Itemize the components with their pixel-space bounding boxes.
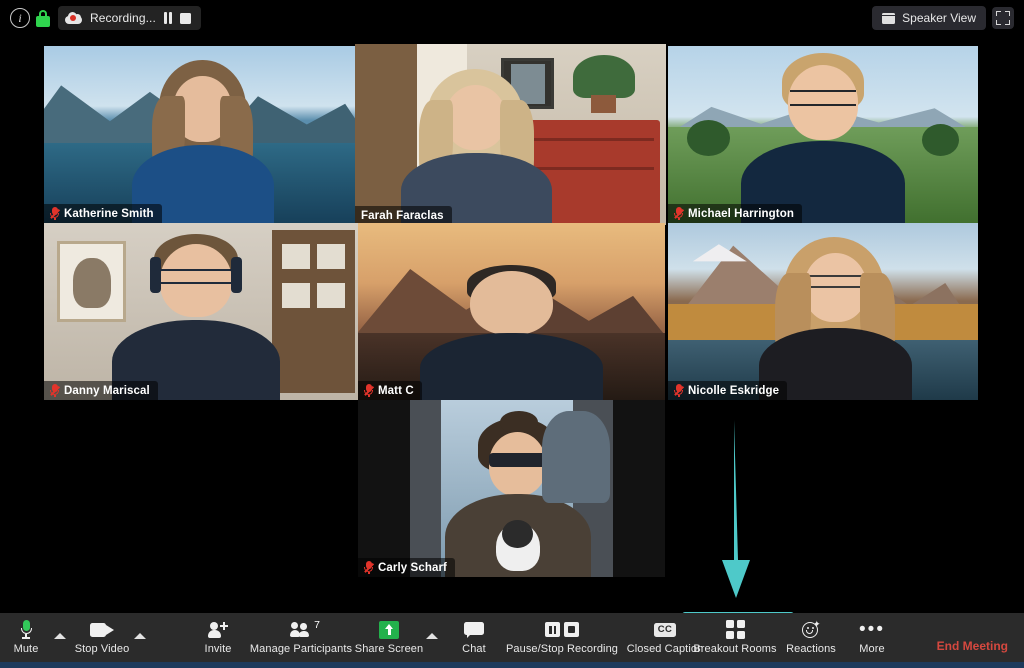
chat-bubble-icon <box>464 622 484 638</box>
toolbar-chevron-up-icon[interactable] <box>48 613 72 662</box>
participant-name: Matt C <box>378 384 414 397</box>
toolbar-pause-stop-recording-button[interactable]: Pause/Stop Recording <box>502 613 622 662</box>
video-tile[interactable]: Michael Harrington <box>668 46 978 223</box>
chevron-up-icon[interactable] <box>54 633 66 639</box>
microphone-icon-wrap <box>20 619 32 640</box>
video-tile[interactable]: Carly Scharf <box>358 400 665 577</box>
participants-icon: 7 <box>290 619 320 637</box>
reactions-icon: ✦ <box>801 620 821 639</box>
video-tile[interactable]: Matt C <box>358 223 665 400</box>
toolbar-breakout-rooms-button[interactable]: Breakout Rooms <box>692 613 778 662</box>
participant-name: Katherine Smith <box>64 207 154 220</box>
toolbar-label: Mute <box>13 643 39 655</box>
invite-person-icon-wrap <box>208 619 228 640</box>
participant-name-bar: Danny Mariscal <box>44 381 158 400</box>
grid-view-icon <box>882 12 896 24</box>
more-dots-icon-wrap: ••• <box>859 619 885 640</box>
toolbar-label: Pause/Stop Recording <box>505 643 619 655</box>
toolbar-label: Reactions <box>786 643 836 655</box>
muted-mic-icon <box>50 207 60 220</box>
toolbar-label: Share Screen <box>354 643 424 655</box>
toolbar-bottom-strip <box>0 662 1024 668</box>
top-bar: i Recording... Speaker View <box>0 0 1024 36</box>
muted-mic-icon <box>674 207 684 220</box>
top-bar-right-group: Speaker View <box>872 6 1014 30</box>
chat-bubble-icon-wrap <box>464 619 484 640</box>
chevron-up-icon[interactable] <box>426 633 438 639</box>
participant-name-bar: Nicolle Eskridge <box>668 381 788 400</box>
participant-name: Michael Harrington <box>688 207 794 220</box>
toolbar-label: More <box>859 643 885 655</box>
participant-name-bar: Katherine Smith <box>44 204 162 223</box>
closed-caption-icon: CC <box>654 622 676 637</box>
top-bar-left-group: i Recording... <box>10 6 202 30</box>
participant-name: Nicolle Eskridge <box>688 384 780 397</box>
pause-stop-record-icon <box>545 622 579 637</box>
toolbar-share-screen-button[interactable]: Share Screen <box>354 613 424 662</box>
video-camera-icon-wrap <box>90 619 114 640</box>
toolbar-label: Manage Participants <box>249 643 353 655</box>
breakout-rooms-icon-wrap <box>725 619 745 640</box>
video-camera-icon <box>90 622 114 637</box>
toolbar-chevron-up-icon[interactable] <box>420 613 444 662</box>
toolbar-label: Invite <box>204 643 232 655</box>
video-tile[interactable]: Farah Faraclas <box>355 44 666 225</box>
toolbar-chevron-up-icon[interactable] <box>128 613 152 662</box>
muted-mic-icon <box>50 384 60 397</box>
stop-icon[interactable] <box>180 12 192 24</box>
invite-person-icon <box>208 621 228 638</box>
toolbar-label: Stop Video <box>74 643 130 655</box>
speaker-view-button[interactable]: Speaker View <box>872 6 986 30</box>
toolbar-more-button[interactable]: ••• More <box>846 613 898 662</box>
recording-cloud-icon <box>65 12 82 24</box>
speaker-view-label: Speaker View <box>902 11 976 25</box>
fullscreen-icon[interactable] <box>992 7 1014 29</box>
meeting-toolbar: Mute Stop Video Invite 7 Manage Participants… <box>0 613 1024 668</box>
participant-name: Farah Faraclas <box>361 209 444 222</box>
toolbar-chat-button[interactable]: Chat <box>452 613 496 662</box>
lock-icon[interactable] <box>36 9 50 27</box>
toolbar-manage-participants-button[interactable]: 7 Manage Participants <box>248 613 354 662</box>
share-screen-icon <box>379 620 399 639</box>
video-tile[interactable]: Katherine Smith <box>44 46 361 223</box>
more-dots-icon: ••• <box>859 618 885 640</box>
participant-name: Danny Mariscal <box>64 384 150 397</box>
video-tile[interactable]: Danny Mariscal <box>44 223 361 400</box>
participants-icon-wrap: 7 <box>290 619 320 640</box>
recording-label: Recording... <box>90 11 156 25</box>
closed-caption-icon-wrap: CC <box>654 619 676 640</box>
participant-count-badge: 7 <box>314 619 320 631</box>
participant-name-bar: Matt C <box>358 381 422 400</box>
share-screen-icon-wrap <box>379 619 399 640</box>
pause-stop-record-icon-wrap <box>545 619 579 640</box>
reactions-icon-wrap: ✦ <box>801 619 821 640</box>
muted-mic-icon <box>364 384 374 397</box>
toolbar-label: Chat <box>462 643 486 655</box>
toolbar-stop-video-button[interactable]: Stop Video <box>72 613 132 662</box>
toolbar-items: Mute Stop Video Invite 7 Manage Participants… <box>0 613 1024 662</box>
video-grid: Katherine Smith Farah Faraclas Michael H… <box>0 36 1024 613</box>
chevron-up-icon[interactable] <box>134 633 146 639</box>
toolbar-invite-button[interactable]: Invite <box>192 613 244 662</box>
muted-mic-icon <box>364 561 374 574</box>
participant-name: Carly Scharf <box>378 561 447 574</box>
toolbar-label: Breakout Rooms <box>693 643 777 655</box>
participant-name-bar: Carly Scharf <box>358 558 455 577</box>
video-tile[interactable]: Nicolle Eskridge <box>668 223 978 400</box>
toolbar-mute-button[interactable]: Mute <box>6 613 46 662</box>
recording-indicator: Recording... <box>58 6 202 30</box>
microphone-icon <box>20 620 32 639</box>
breakout-rooms-icon <box>725 620 745 639</box>
toolbar-reactions-button[interactable]: ✦ Reactions <box>782 613 840 662</box>
pause-icon[interactable] <box>163 12 173 24</box>
muted-mic-icon <box>674 384 684 397</box>
end-meeting-button[interactable]: End Meeting <box>937 639 1008 653</box>
participant-name-bar: Michael Harrington <box>668 204 802 223</box>
info-icon[interactable]: i <box>10 8 30 28</box>
